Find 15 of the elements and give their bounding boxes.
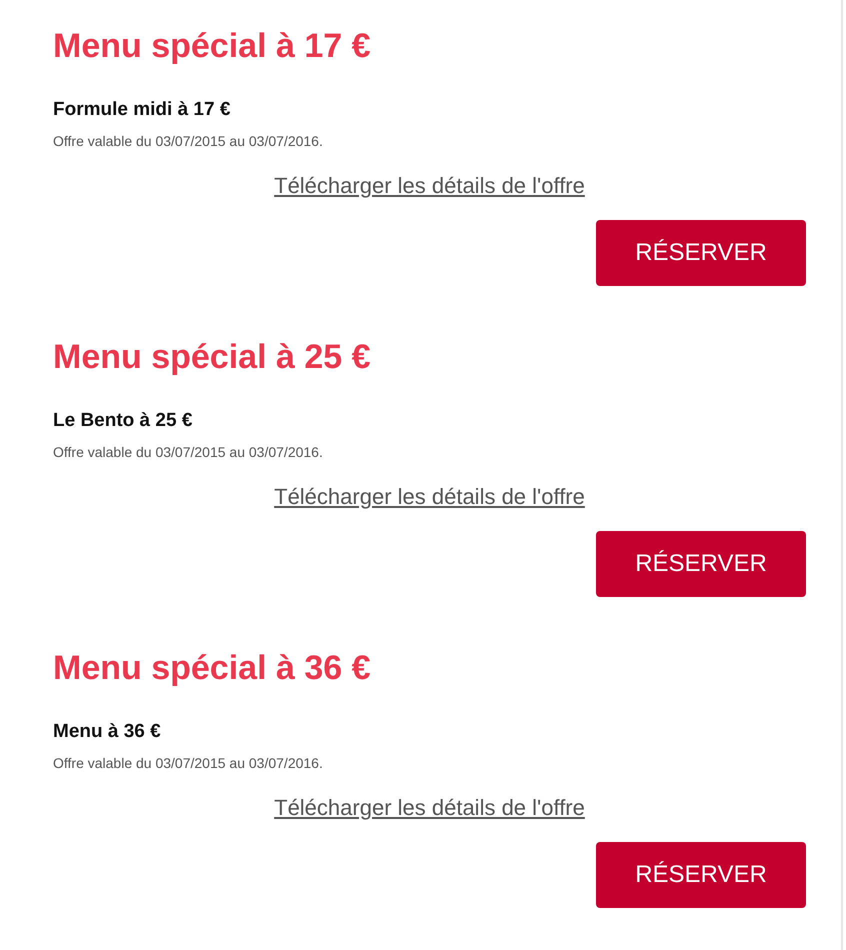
- reserve-button[interactable]: RÉSERVER: [596, 842, 806, 908]
- download-link[interactable]: Télécharger les détails de l'offre: [274, 483, 585, 511]
- reserve-button[interactable]: RÉSERVER: [596, 531, 806, 597]
- offer-name: Menu à 36 €: [53, 720, 162, 744]
- offer-name: Le Bento à 25 €: [53, 409, 194, 433]
- validity-text: Offre valable du 03/07/2015 au 03/07/2016.: [53, 754, 324, 772]
- reserve-button[interactable]: RÉSERVER: [596, 220, 806, 286]
- validity-text: Offre valable du 03/07/2015 au 03/07/2016.: [53, 443, 324, 461]
- validity-text: Offre valable du 03/07/2015 au 03/07/2016.: [53, 132, 324, 150]
- download-link[interactable]: Télécharger les détails de l'offre: [274, 172, 585, 200]
- download-link[interactable]: Télécharger les détails de l'offre: [274, 794, 585, 822]
- offer-title: Menu spécial à 36 €: [53, 648, 372, 689]
- offer-title: Menu spécial à 25 €: [53, 337, 372, 378]
- offer-title: Menu spécial à 17 €: [53, 26, 372, 67]
- offer-name: Formule midi à 17 €: [53, 98, 232, 122]
